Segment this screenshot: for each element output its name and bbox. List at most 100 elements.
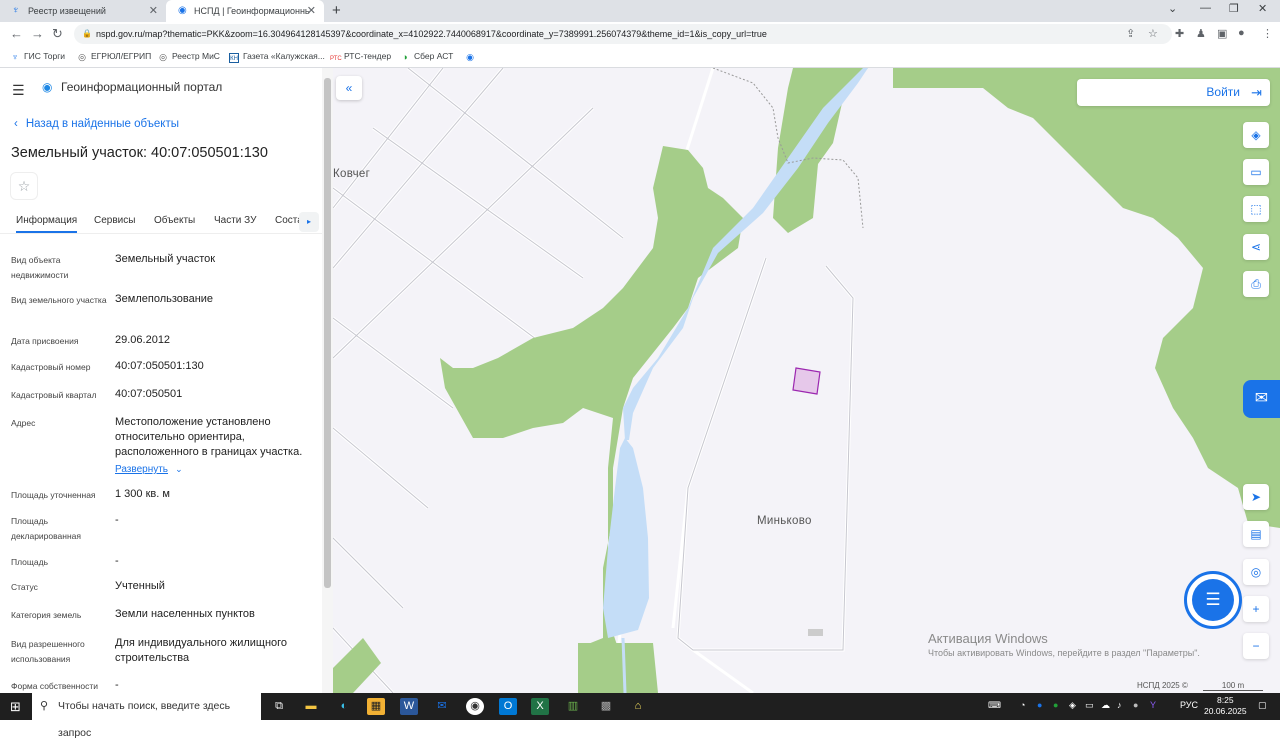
navigation-icon[interactable]: ➤ (1243, 484, 1269, 510)
reload-button[interactable]: ↻ (52, 26, 63, 42)
tray-icon[interactable]: ● (1037, 700, 1042, 710)
extensions-icon[interactable]: ✚ (1175, 27, 1184, 40)
keyboard-icon[interactable]: ⌨ (988, 700, 1001, 711)
selection-icon[interactable]: ⬚ (1243, 196, 1269, 222)
extension-icon[interactable]: ♟ (1196, 27, 1206, 40)
excel-icon[interactable]: X (531, 698, 549, 715)
ruler-icon[interactable]: ▭ (1243, 159, 1269, 185)
home-app-icon[interactable]: ⌂ (629, 698, 647, 715)
bookmark-reestr-mis[interactable]: ◎ Реестр МиС (158, 51, 220, 62)
edge-icon[interactable]: ◐ (335, 698, 353, 715)
battery-icon[interactable]: ▭ (1085, 700, 1094, 711)
panel-scrollbar[interactable] (322, 68, 333, 693)
language-indicator[interactable]: РУС (1180, 700, 1198, 710)
mail-icon[interactable]: ✉ (433, 698, 451, 715)
task-view-icon[interactable]: ⧉ (270, 698, 288, 715)
row-value: Местоположение установлено относительно … (115, 416, 303, 458)
sber-icon: ◑ (402, 52, 408, 62)
selected-parcel[interactable] (792, 367, 821, 395)
browser-chrome: ♆ Реестр извещений ✕ ◉ НСПД | Геоинформа… (0, 0, 1280, 68)
tab-objects[interactable]: Объекты (154, 215, 195, 226)
favorite-star-icon[interactable]: ☆ (10, 172, 38, 200)
share-icon[interactable]: ⋖ (1243, 234, 1269, 260)
minimap-icon[interactable]: ▤ (1243, 521, 1269, 547)
app-icon[interactable]: ▩ (597, 698, 615, 715)
volume-icon[interactable]: ♪ (1117, 700, 1122, 710)
zoom-out-button[interactable]: − (1243, 633, 1269, 659)
tab-parts[interactable]: Части ЗУ (214, 215, 256, 226)
bookmark-gazeta[interactable]: КН Газета «Калужская... (229, 51, 325, 63)
place-label-minkovo: Миньково (757, 515, 812, 527)
globe-icon: ◎ (159, 52, 167, 62)
print-icon[interactable]: ⎙ (1243, 271, 1269, 297)
new-tab-button[interactable]: + (332, 2, 341, 19)
tabs-scroll-right-icon[interactable]: ▸ (299, 212, 319, 232)
outlook-icon[interactable]: O (499, 698, 517, 715)
sidepanel-icon[interactable]: ▣ (1217, 27, 1227, 40)
tab-services[interactable]: Сервисы (94, 215, 135, 226)
map-scale: 100 m (1203, 681, 1263, 691)
close-window-button[interactable]: ✕ (1258, 2, 1267, 15)
login-button[interactable]: Войти ⇥ (1077, 79, 1270, 106)
hamburger-menu-icon[interactable]: ☰ (12, 82, 25, 99)
bookmark-gis-torgi[interactable]: ♆ ГИС Торги (10, 51, 65, 62)
close-tab-icon[interactable]: ✕ (149, 4, 158, 17)
zoom-in-button[interactable]: + (1243, 596, 1269, 622)
tab-composition[interactable]: Соста (275, 215, 299, 226)
store-icon[interactable]: ▦ (367, 698, 385, 715)
globe-icon: ◎ (78, 52, 86, 62)
rts-icon: РТС (330, 56, 342, 62)
layers-icon[interactable]: ◈ (1243, 122, 1269, 148)
tab-information[interactable]: Информация (16, 215, 78, 233)
tray-icon[interactable]: ◔ (1020, 700, 1025, 710)
network-icon[interactable]: ◈ (1069, 700, 1076, 711)
forward-button[interactable]: → (31, 26, 44, 41)
object-title: Земельный участок: 40:07:050501:130 (11, 145, 268, 161)
bookmark-egrul[interactable]: ◎ ЕГРЮЛ/ЕГРИП (77, 51, 151, 62)
row-value: Земли населенных пунктов (115, 608, 255, 620)
collapse-panel-button[interactable]: « (336, 76, 362, 100)
chat-button[interactable]: ☰ (1184, 571, 1242, 629)
close-tab-icon[interactable]: ✕ (307, 4, 316, 17)
taskbar-search[interactable]: ⚲ Чтобы начать поиск, введите здесь запр… (32, 693, 261, 739)
bookmark-sber[interactable]: ◑ Сбер АСТ (400, 51, 453, 62)
back-button[interactable]: ← (10, 26, 23, 41)
file-explorer-icon[interactable]: ▬ (302, 698, 320, 715)
chevron-down-icon[interactable]: ⌄ (1168, 2, 1177, 15)
row-label: Кадастровый квартал (11, 390, 97, 400)
chat-side-icon[interactable]: ✉ (1243, 380, 1280, 418)
map-view[interactable]: Ковчег Миньково « Войти ⇥ ◈ ▭ ⬚ ⋖ ⎙ ✉ ➤ … (333, 68, 1280, 693)
bookmark-star-icon[interactable]: ☆ (1148, 27, 1158, 40)
notifications-icon[interactable]: ▢ (1258, 700, 1267, 711)
word-icon[interactable]: W (400, 698, 418, 715)
profile-icon[interactable]: ● (1238, 27, 1245, 39)
share-icon[interactable]: ⇪ (1126, 27, 1135, 40)
scrollbar-thumb[interactable] (324, 78, 331, 588)
tray-icon[interactable]: ● (1133, 700, 1138, 710)
expand-link[interactable]: Развернуть ⌄ (115, 462, 320, 477)
portal-title: Геоинформационный портал (61, 80, 223, 94)
address-bar[interactable]: 🔒 nspd.gov.ru/map?thematic=PKK&zoom=16.3… (74, 24, 1172, 44)
chevron-down-icon: ⌄ (175, 464, 183, 474)
cloud-icon[interactable]: ☁ (1101, 700, 1110, 711)
back-to-results-link[interactable]: ‹ Назад в найденные объекты (14, 118, 179, 130)
location-icon[interactable]: ◎ (1243, 559, 1269, 585)
browser-toolbar: ← → ↻ 🔒 nspd.gov.ru/map?thematic=PKK&zoo… (0, 22, 1280, 46)
tray-icon[interactable]: ● (1053, 700, 1058, 710)
windows-start-icon[interactable]: ⊞ (10, 699, 21, 715)
chrome-icon[interactable]: ◉ (466, 698, 484, 715)
yandex-icon[interactable]: Y (1150, 700, 1156, 710)
maximize-button[interactable]: ❐ (1229, 2, 1239, 15)
bookmark-rts[interactable]: РТС РТС-тендер (330, 51, 391, 64)
calculator-icon[interactable]: ▥ (564, 698, 582, 715)
taskbar-clock[interactable]: 8:25 20.06.2025 (1204, 695, 1247, 717)
building-marker (808, 629, 823, 636)
row-label: Площадь (11, 557, 49, 567)
bookmark-nspd[interactable]: ◉ (465, 51, 479, 62)
menu-icon[interactable]: ⋮ (1262, 27, 1273, 40)
browser-tab-nspd[interactable]: ◉ НСПД | Геоинформационный п... ✕ (166, 0, 324, 22)
minimize-button[interactable]: — (1200, 2, 1211, 14)
place-label-kovcheg: Ковчег (333, 168, 371, 180)
browser-tab-registry[interactable]: ♆ Реестр извещений ✕ (0, 0, 166, 22)
row-label: Вид земельного участка (11, 295, 107, 305)
